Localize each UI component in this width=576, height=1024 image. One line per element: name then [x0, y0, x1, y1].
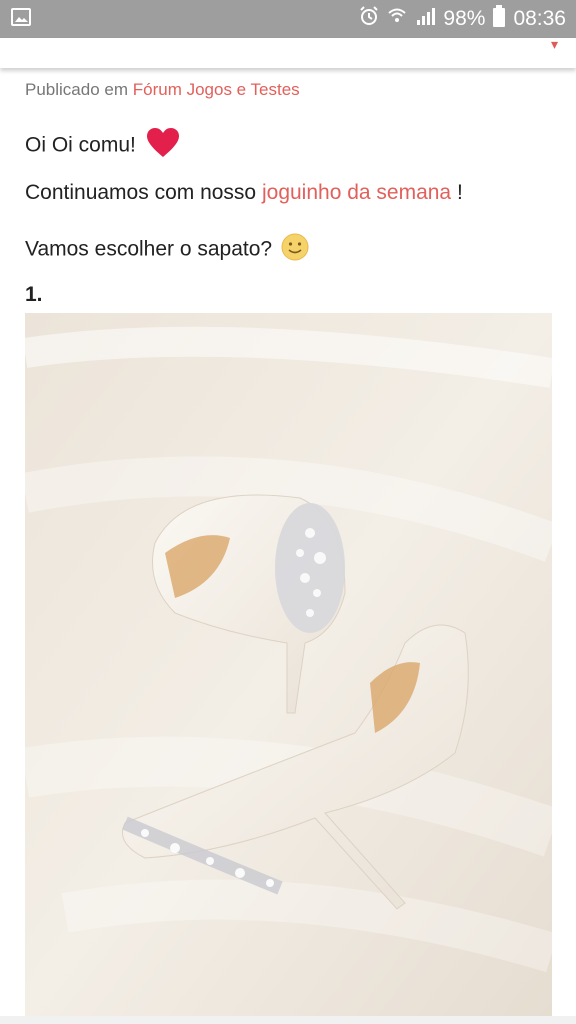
- smile-emoji-icon: [280, 232, 310, 268]
- post-line-3: Vamos escolher o sapato?: [25, 232, 310, 268]
- published-in: Publicado em Fórum Jogos e Testes: [25, 80, 300, 100]
- line2-suffix: !: [456, 181, 463, 204]
- chevron-down-icon[interactable]: ▾: [551, 36, 558, 53]
- signal-icon: [415, 6, 436, 32]
- status-bar: 98% 08:36: [0, 0, 576, 38]
- line3-text: Vamos escolher o sapato?: [25, 237, 273, 261]
- weekly-game-link[interactable]: joguinho da semana: [262, 181, 451, 204]
- line2-prefix: Continuamos com nosso: [25, 181, 257, 204]
- wifi-icon: [387, 6, 407, 32]
- clock-time: 08:36: [513, 7, 566, 30]
- battery-percent: 98%: [443, 7, 486, 30]
- post-line-2: Continuamos com nosso joguinho da semana…: [25, 181, 463, 205]
- alarm-icon: [359, 6, 379, 32]
- heart-icon: [146, 128, 180, 164]
- post-greeting: Oi Oi comu!: [25, 128, 180, 164]
- item-number: 1.: [25, 283, 43, 306]
- app-header-strip: ▾: [0, 36, 576, 68]
- greeting-text: Oi Oi comu!: [25, 133, 136, 157]
- shoe-photo[interactable]: [25, 313, 552, 1016]
- bottom-bar: [0, 1016, 576, 1024]
- image-icon: [10, 6, 32, 33]
- forum-link[interactable]: Fórum Jogos e Testes: [133, 80, 300, 99]
- published-prefix: Publicado em: [25, 80, 129, 99]
- battery-icon: [493, 5, 506, 33]
